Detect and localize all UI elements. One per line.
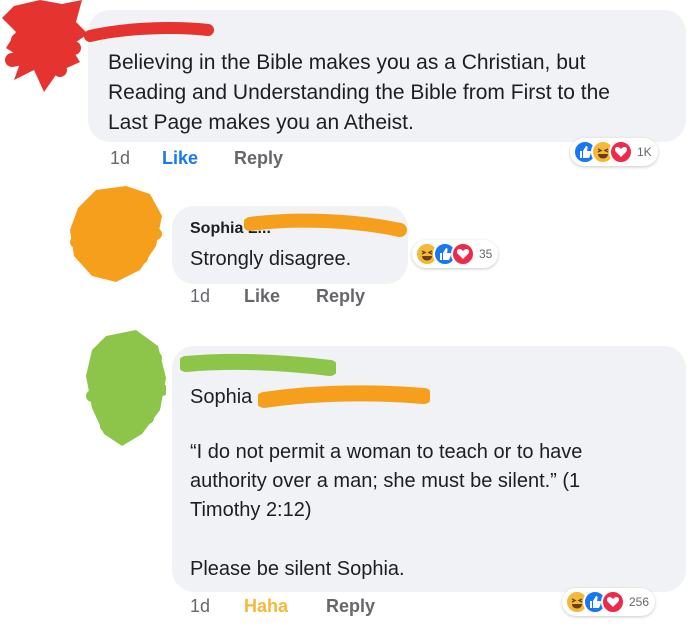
reply-timestamp: 1d — [190, 596, 211, 616]
redacted-avatar — [70, 186, 162, 282]
love-icon — [601, 590, 625, 614]
comment-text: Believing in the Bible makes you as a Ch… — [108, 51, 610, 134]
reaction-summary[interactable]: 35 — [412, 240, 499, 268]
reply-quote: “I do not permit a woman to teach or to … — [190, 441, 583, 521]
haha-reaction-button[interactable]: Haha — [244, 596, 288, 617]
reply-button[interactable]: Reply — [234, 148, 283, 169]
love-icon — [451, 242, 475, 266]
reply-text: Strongly disagree. — [190, 248, 352, 270]
reaction-summary[interactable]: 256 — [562, 588, 656, 616]
reply-button[interactable]: Reply — [316, 286, 365, 307]
reaction-count: 1K — [637, 145, 652, 159]
redacted-author-name — [244, 213, 407, 237]
reply-timestamp: 1d — [190, 286, 211, 306]
like-button[interactable]: Like — [162, 148, 198, 169]
redacted-avatar — [86, 330, 166, 446]
reaction-summary[interactable]: 1K — [570, 138, 658, 166]
redacted-author-name — [180, 353, 336, 376]
reply-closing: Please be silent Sophia. — [190, 558, 405, 580]
comment-timestamp: 1d — [110, 148, 131, 168]
like-button[interactable]: Like — [244, 286, 280, 307]
reply-button[interactable]: Reply — [326, 596, 375, 617]
love-icon — [609, 140, 633, 164]
reaction-count: 35 — [479, 247, 493, 261]
redacted-author-name — [84, 22, 214, 42]
reaction-count: 256 — [629, 595, 650, 609]
redacted-mention — [258, 385, 430, 408]
mention-tag[interactable]: Sophia — [190, 382, 252, 412]
